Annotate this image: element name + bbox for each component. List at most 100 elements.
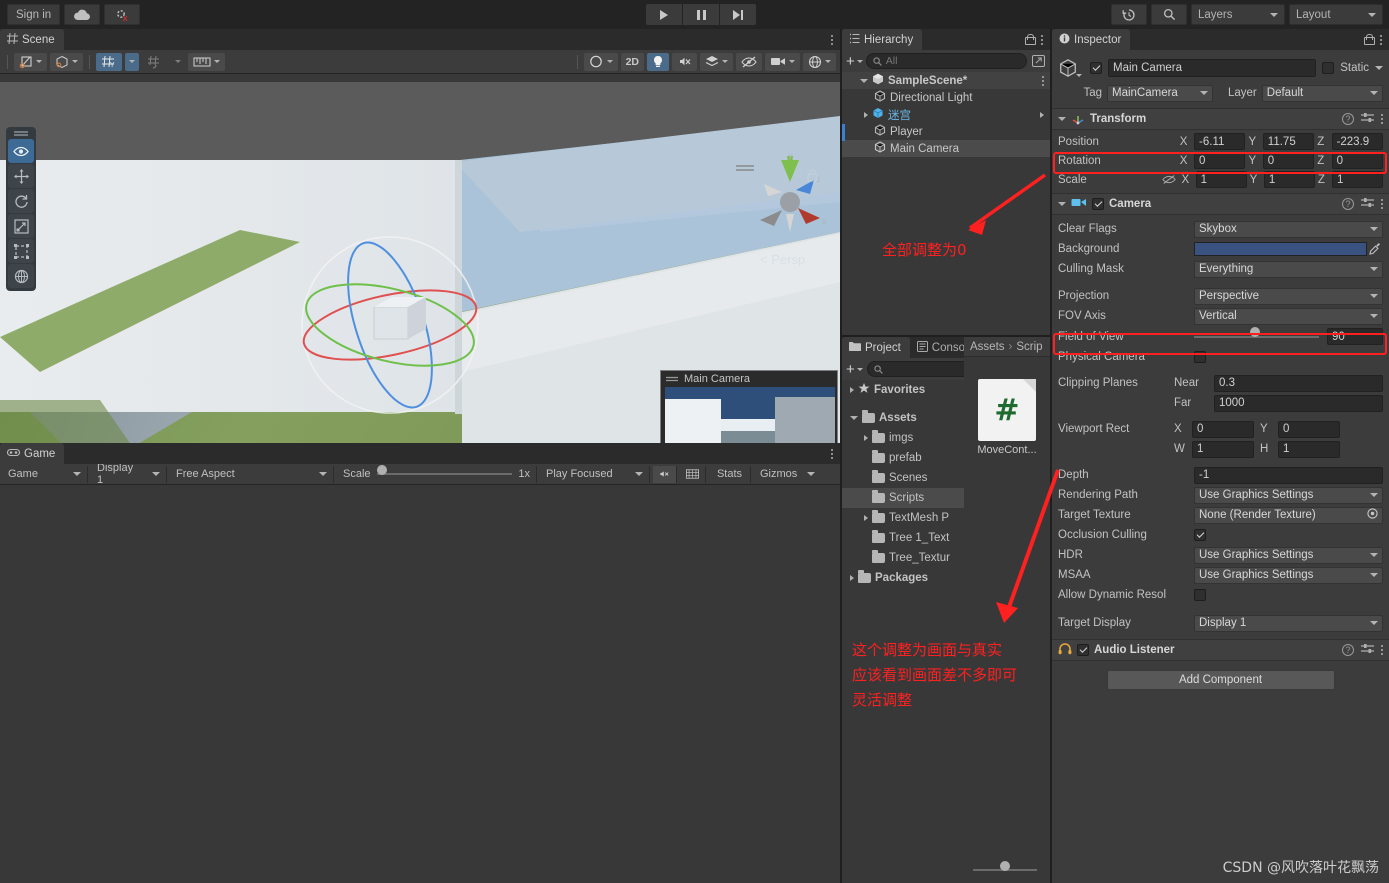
position-z-field[interactable]: -223.9 xyxy=(1331,133,1384,150)
chevron-down-icon[interactable] xyxy=(1058,117,1066,121)
target-texture-field[interactable]: None (Render Texture) xyxy=(1194,506,1383,524)
prefab-open-chevron-icon[interactable] xyxy=(1040,111,1044,118)
scene-lighting-toggle[interactable] xyxy=(647,52,669,71)
rendering-path-dropdown[interactable]: Use Graphics Settings xyxy=(1194,486,1383,504)
viewport-h-field[interactable]: 1 xyxy=(1278,440,1340,458)
breadcrumb-scripts[interactable]: Scrip xyxy=(1016,341,1042,353)
chevron-right-icon[interactable] xyxy=(850,387,854,393)
chevron-right-icon[interactable] xyxy=(864,515,868,521)
target-display-dropdown[interactable]: Display 1 xyxy=(1194,614,1383,632)
fov-slider[interactable] xyxy=(1194,326,1319,343)
cloud-icon[interactable] xyxy=(64,4,101,25)
collab-error-icon[interactable]: x xyxy=(104,4,141,25)
grid-snap-dropdown[interactable] xyxy=(125,52,139,71)
play-button[interactable] xyxy=(646,4,682,25)
pivot-dropdown[interactable] xyxy=(14,52,47,71)
rect-transform-tool-icon[interactable] xyxy=(8,239,34,263)
chevron-down-icon[interactable] xyxy=(1058,202,1066,206)
2d-toggle[interactable]: 2D xyxy=(620,52,644,71)
scale-tool-icon[interactable] xyxy=(8,214,34,238)
hierarchy-search-input[interactable]: All xyxy=(865,53,1027,69)
game-mode-dropdown[interactable]: Game xyxy=(2,465,88,483)
undo-history-icon[interactable] xyxy=(1111,4,1147,25)
step-button[interactable] xyxy=(720,4,756,25)
viewport-x-field[interactable]: 0 xyxy=(1192,420,1254,438)
rotation-x-field[interactable]: 0 xyxy=(1194,152,1246,169)
chevron-down-icon[interactable] xyxy=(1076,73,1082,77)
depth-field[interactable]: -1 xyxy=(1194,466,1383,484)
position-y-field[interactable]: 11.75 xyxy=(1262,133,1315,150)
object-enabled-checkbox[interactable] xyxy=(1090,62,1102,74)
aspect-dropdown[interactable]: Free Aspect xyxy=(170,465,334,483)
hierarchy-item-main-camera[interactable]: Main Camera xyxy=(842,140,1050,157)
camera-enabled-checkbox[interactable] xyxy=(1092,198,1104,210)
hdr-dropdown[interactable]: Use Graphics Settings xyxy=(1194,546,1383,564)
chevron-down-icon[interactable] xyxy=(860,78,868,83)
display-dropdown[interactable]: Display 1 xyxy=(91,462,167,486)
audio-listener-menu-kebab[interactable] xyxy=(1381,645,1383,655)
constrain-proportions-off-icon[interactable] xyxy=(1160,174,1179,185)
view-tool-eye-icon[interactable] xyxy=(8,139,34,163)
fov-value-field[interactable]: 90 xyxy=(1327,328,1383,345)
chevron-right-icon[interactable] xyxy=(850,575,854,581)
audio-mute-icon[interactable] xyxy=(653,465,677,483)
open-in-window-icon[interactable] xyxy=(1030,54,1046,68)
occlusion-culling-checkbox[interactable] xyxy=(1194,529,1206,541)
local-global-dropdown[interactable] xyxy=(50,52,83,71)
static-checkbox[interactable] xyxy=(1322,62,1335,74)
scale-slider-group[interactable]: Scale 1x xyxy=(337,465,537,483)
hierarchy-item-samplescene[interactable]: SampleScene* xyxy=(842,72,1050,89)
tag-dropdown[interactable]: MainCamera xyxy=(1107,84,1213,102)
viewport-w-field[interactable]: 1 xyxy=(1192,440,1254,458)
transform-component-header[interactable]: Transform ? xyxy=(1052,108,1389,130)
project-search-input[interactable] xyxy=(866,361,970,377)
preset-icon[interactable] xyxy=(1361,643,1374,658)
chevron-right-icon[interactable] xyxy=(864,111,868,118)
help-icon[interactable]: ? xyxy=(1342,644,1354,656)
physical-camera-checkbox[interactable] xyxy=(1194,351,1206,363)
chevron-down-icon[interactable] xyxy=(1375,66,1383,70)
create-asset-button[interactable]: + xyxy=(846,362,863,377)
chevron-right-icon[interactable] xyxy=(864,435,868,441)
pause-button[interactable] xyxy=(683,4,719,25)
rotate-tool-icon[interactable] xyxy=(8,189,34,213)
clear-flags-dropdown[interactable]: Skybox xyxy=(1194,220,1383,238)
audio-toggle[interactable] xyxy=(672,52,697,71)
scale-y-field[interactable]: 1 xyxy=(1263,171,1315,188)
add-object-button[interactable]: + xyxy=(846,54,863,69)
snap-increment-toggle[interactable] xyxy=(142,53,168,71)
help-icon[interactable]: ? xyxy=(1342,198,1354,210)
hierarchy-item-player[interactable]: Player xyxy=(842,123,1050,140)
tab-scene[interactable]: Scene xyxy=(0,29,64,50)
gizmos-dropdown-game[interactable]: Gizmos xyxy=(754,465,820,483)
scene-viewport[interactable]: y z x < Persp Main Camera xyxy=(0,82,840,472)
culling-mask-dropdown[interactable]: Everything xyxy=(1194,260,1383,278)
sign-in-button[interactable]: Sign in xyxy=(7,4,61,25)
scale-x-field[interactable]: 1 xyxy=(1195,171,1247,188)
asset-grid-item[interactable]: # MoveCont... xyxy=(964,357,1050,456)
chevron-down-icon[interactable] xyxy=(850,416,858,420)
help-icon[interactable]: ? xyxy=(1342,113,1354,125)
lock-icon[interactable] xyxy=(1025,34,1036,45)
camera-component-header[interactable]: Camera ? xyxy=(1052,193,1389,215)
position-x-field[interactable]: -6.11 xyxy=(1194,133,1246,150)
rotation-z-field[interactable]: 0 xyxy=(1331,152,1384,169)
layout-dropdown[interactable]: Layout xyxy=(1289,4,1383,25)
ruler-icon-button[interactable] xyxy=(188,52,225,71)
hierarchy-item-maze-prefab[interactable]: 迷宫 xyxy=(842,106,1050,123)
camera-menu-kebab[interactable] xyxy=(1381,199,1383,209)
grid-snap-toggle[interactable]: Y xyxy=(96,52,122,71)
object-name-field[interactable]: Main Camera xyxy=(1108,59,1317,77)
projection-dropdown[interactable]: Perspective xyxy=(1194,287,1383,305)
asset-zoom-slider[interactable] xyxy=(960,861,1050,875)
scale-z-field[interactable]: 1 xyxy=(1332,171,1383,188)
scene-menu-kebab[interactable] xyxy=(831,34,833,45)
stats-button[interactable]: Stats xyxy=(709,465,751,483)
scale-slider[interactable] xyxy=(376,465,513,479)
shading-mode-dropdown[interactable] xyxy=(583,52,618,71)
preset-icon[interactable] xyxy=(1361,197,1374,212)
background-color-swatch[interactable] xyxy=(1194,242,1367,256)
audio-listener-enabled-checkbox[interactable] xyxy=(1077,644,1089,656)
hierarchy-menu-kebab[interactable] xyxy=(1041,34,1043,45)
game-menu-kebab[interactable] xyxy=(831,448,833,459)
